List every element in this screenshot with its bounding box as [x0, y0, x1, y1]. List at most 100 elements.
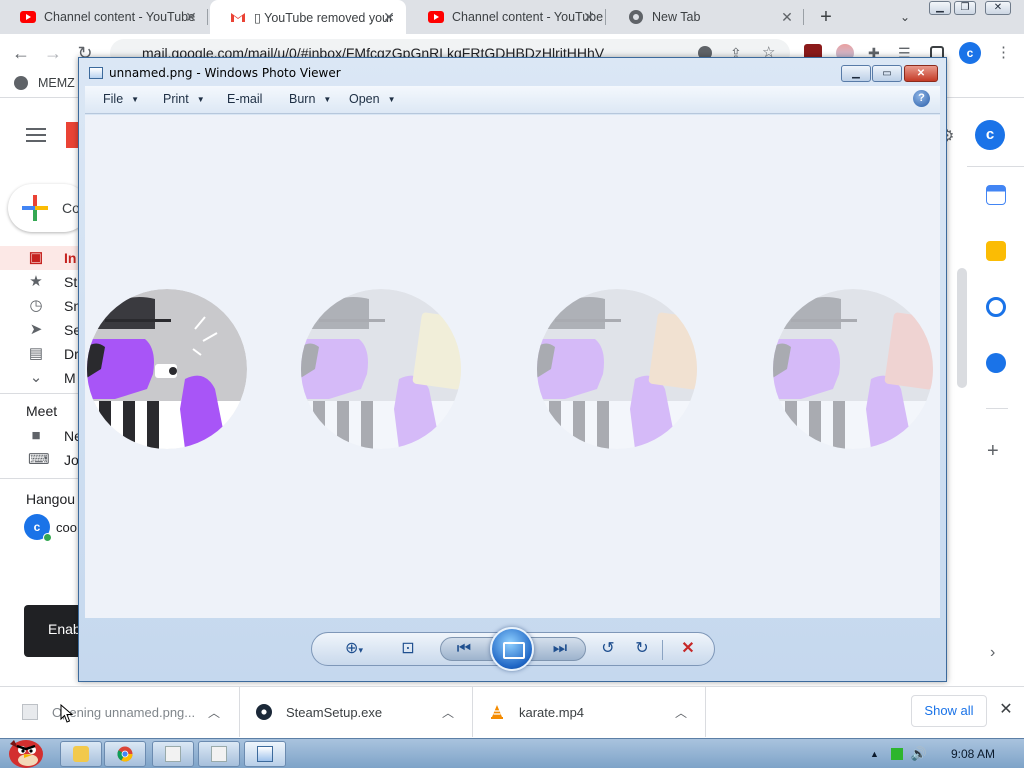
- shirt-stripe-3: [361, 401, 373, 449]
- photo-viewer-menubar: File ▼ Print ▼ E-mail Burn ▼ Open ▼ ?: [85, 86, 940, 114]
- more-vert-icon[interactable]: ⋮: [996, 44, 1014, 62]
- cap-shape: [537, 297, 605, 329]
- taskbar-clock[interactable]: 9:08 AM: [951, 747, 995, 761]
- notification-snackbar[interactable]: Enab: [24, 605, 84, 657]
- download-label: SteamSetup.exe: [286, 704, 383, 720]
- fit-to-window-icon[interactable]: ⊡: [396, 638, 420, 660]
- back-arrow-icon[interactable]: ←: [10, 42, 32, 64]
- taskbar-app-1[interactable]: [152, 741, 194, 767]
- tab-gmail[interactable]: ▯ YouTube removed your ✕: [210, 0, 406, 34]
- cap-brim: [791, 319, 857, 322]
- meet-join-meeting[interactable]: ⌨ Jo: [0, 448, 90, 472]
- nav-starred[interactable]: ★ St: [0, 270, 90, 294]
- close-window-icon[interactable]: ✕: [985, 1, 1011, 15]
- main-menu-icon[interactable]: [26, 128, 46, 142]
- network-icon[interactable]: [890, 748, 903, 760]
- tab-search-chevron-icon[interactable]: ⌄: [896, 8, 914, 26]
- keep-icon[interactable]: [986, 241, 1006, 261]
- rotate-counterclockwise-icon[interactable]: ↺: [596, 638, 620, 660]
- close-tab-icon[interactable]: ✕: [382, 10, 396, 24]
- image-canvas[interactable]: [85, 115, 940, 618]
- divider: [0, 393, 90, 394]
- nav-snoozed[interactable]: ◷ Sn: [0, 294, 90, 318]
- forward-arrow-icon[interactable]: →: [42, 42, 64, 64]
- menu-file[interactable]: File ▼: [103, 92, 139, 106]
- compose-button[interactable]: Co: [8, 184, 88, 232]
- draft-icon: ▤: [28, 345, 44, 362]
- vlc-icon: [489, 704, 505, 720]
- chevron-up-icon[interactable]: ︿: [675, 704, 687, 721]
- download-label: karate.mp4: [519, 704, 585, 720]
- referee-figure: [537, 289, 697, 449]
- close-downloads-icon[interactable]: ✕: [998, 701, 1014, 719]
- close-icon[interactable]: ✕: [904, 65, 938, 82]
- download-item-unnamed-png[interactable]: Opening unnamed.png... ︿: [22, 687, 232, 737]
- nav-more[interactable]: ⌄ M: [0, 366, 90, 390]
- taskbar-photo-viewer[interactable]: [244, 741, 286, 767]
- referee-orange-card-frame: [535, 289, 699, 449]
- hangouts-user[interactable]: c coo: [24, 514, 77, 542]
- chevron-up-icon[interactable]: ︿: [208, 704, 220, 721]
- contacts-icon[interactable]: [986, 353, 1006, 373]
- download-separator: [239, 687, 240, 737]
- chevron-up-icon[interactable]: ︿: [442, 704, 454, 721]
- delete-icon[interactable]: ✕: [676, 638, 700, 660]
- mouse-cursor-icon: [60, 704, 74, 723]
- tab-separator: [207, 9, 208, 25]
- volume-icon[interactable]: 🔊: [911, 746, 927, 762]
- bookmark-label: MEMZ: [38, 76, 75, 90]
- slideshow-icon[interactable]: [490, 627, 534, 671]
- new-tab-plus-icon[interactable]: +: [816, 7, 836, 27]
- minimize-icon[interactable]: ▁: [841, 65, 871, 82]
- close-tab-icon[interactable]: ✕: [184, 10, 198, 24]
- download-item-steamsetup[interactable]: SteamSetup.exe ︿: [256, 687, 466, 737]
- expand-side-panel-chevron-icon[interactable]: ›: [990, 644, 995, 662]
- nav-inbox[interactable]: ▣ In: [0, 246, 90, 270]
- close-tab-icon[interactable]: ✕: [582, 10, 596, 24]
- document-icon: [165, 746, 181, 762]
- taskbar-chrome[interactable]: [104, 741, 146, 767]
- tab-youtube-channel-content-2[interactable]: Channel content - YouTube ✕: [408, 0, 606, 34]
- minimize-window-icon[interactable]: ▁: [929, 1, 951, 15]
- taskbar-explorer[interactable]: [60, 741, 102, 767]
- menu-open[interactable]: Open ▼: [349, 92, 396, 106]
- next-icon[interactable]: ⏭: [548, 638, 572, 660]
- tab-youtube-channel-content-1[interactable]: Channel content - YouTube ✕: [0, 0, 208, 34]
- bookmark-memz[interactable]: MEMZ: [14, 76, 75, 90]
- menu-email[interactable]: E-mail: [227, 92, 262, 106]
- nav-drafts[interactable]: ▤ Dr: [0, 342, 90, 366]
- download-item-karate-mp4[interactable]: karate.mp4 ︿: [489, 687, 699, 737]
- gmail-account-avatar[interactable]: c: [975, 120, 1005, 150]
- scrollbar[interactable]: [957, 268, 967, 388]
- menu-print[interactable]: Print ▼: [163, 92, 205, 106]
- shirt-stripe-2: [573, 401, 585, 449]
- show-all-button[interactable]: Show all: [911, 695, 987, 727]
- start-button[interactable]: [4, 734, 48, 768]
- browser-profile-avatar[interactable]: c: [959, 42, 981, 64]
- show-hidden-icons-icon[interactable]: ▲: [870, 749, 879, 759]
- zoom-icon[interactable]: ⊕▾: [338, 638, 370, 660]
- referee-clip-group: [773, 289, 933, 449]
- calendar-icon[interactable]: [986, 185, 1006, 205]
- control-separator: [662, 640, 663, 660]
- send-icon: ➤: [29, 321, 43, 338]
- referee-whistle-frame: [85, 289, 249, 449]
- meet-heading: Meet: [26, 403, 58, 419]
- help-icon[interactable]: ?: [913, 90, 930, 107]
- menu-burn[interactable]: Burn ▼: [289, 92, 331, 106]
- taskbar-app-2[interactable]: [198, 741, 240, 767]
- meet-new-meeting[interactable]: ■ Ne: [0, 424, 90, 448]
- download-separator: [472, 687, 473, 737]
- nav-sent[interactable]: ➤ Se: [0, 318, 90, 342]
- add-addon-plus-icon[interactable]: +: [987, 440, 999, 463]
- tasks-icon[interactable]: [986, 297, 1006, 317]
- previous-icon[interactable]: ⏮: [452, 638, 476, 660]
- close-tab-icon[interactable]: ✕: [780, 10, 794, 24]
- rotate-clockwise-icon[interactable]: ↻: [630, 638, 654, 660]
- gmail-logo[interactable]: [66, 122, 78, 148]
- maximize-icon[interactable]: ▭: [872, 65, 902, 82]
- video-icon: ■: [31, 427, 41, 444]
- restore-window-icon[interactable]: ❐: [954, 1, 976, 15]
- tab-new-tab[interactable]: New Tab ✕: [608, 0, 804, 34]
- inbox-icon: ▣: [28, 249, 44, 266]
